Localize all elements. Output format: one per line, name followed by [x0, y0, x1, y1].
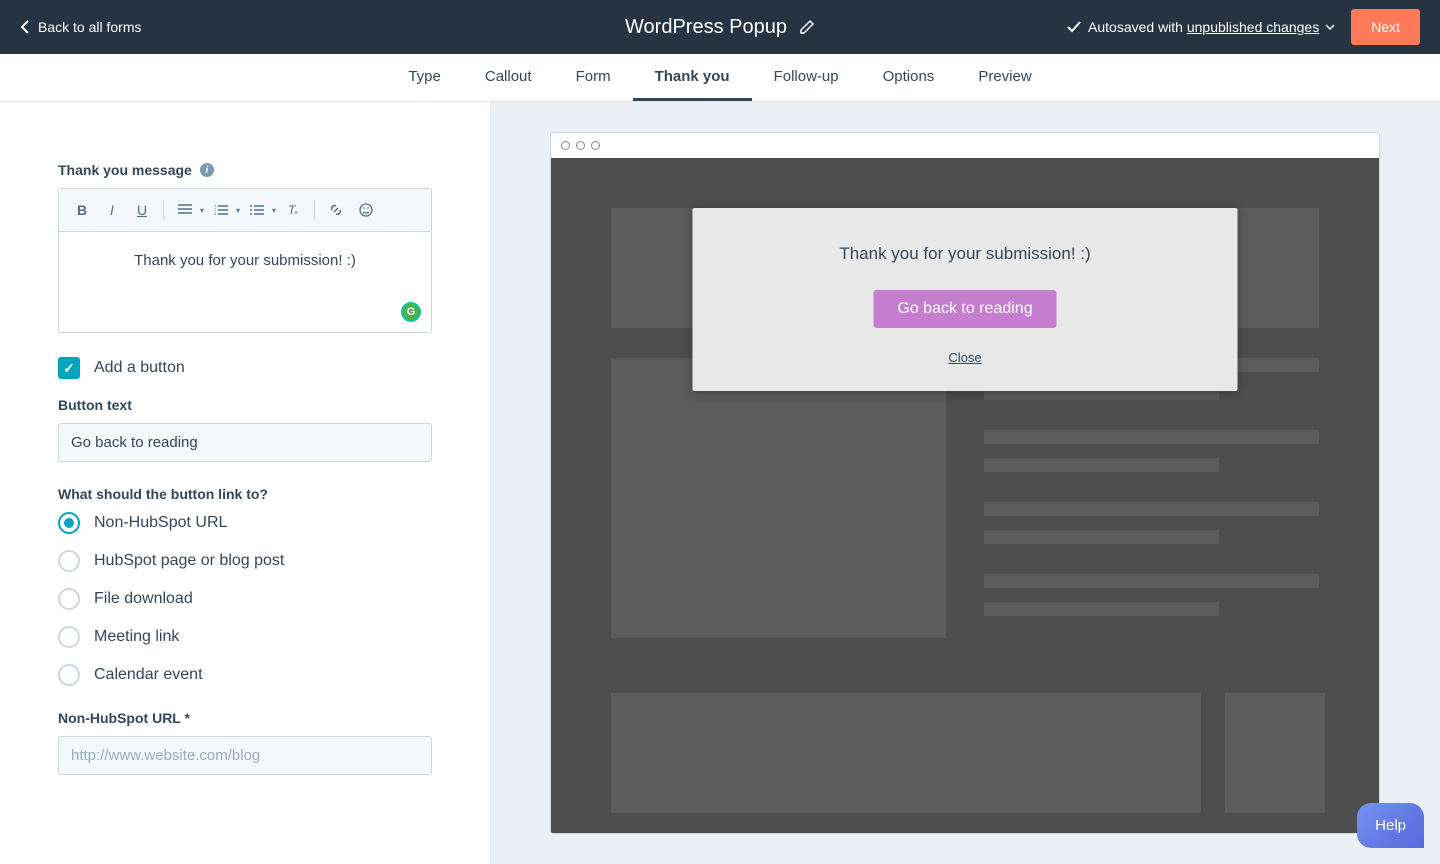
autosave-text: Autosaved with unpublished changes: [1088, 19, 1319, 35]
thankyou-message-label: Thank you message i: [58, 162, 432, 178]
tab-options[interactable]: Options: [861, 54, 957, 101]
tab-type[interactable]: Type: [386, 54, 463, 101]
radio-label: HubSpot page or blog post: [94, 552, 284, 570]
back-link[interactable]: Back to all forms: [20, 19, 141, 35]
tab-follow-up[interactable]: Follow-up: [752, 54, 861, 101]
url-label: Non-HubSpot URL *: [58, 710, 432, 726]
radio-option[interactable]: Meeting link: [58, 626, 432, 648]
edit-icon[interactable]: [799, 19, 815, 35]
back-label: Back to all forms: [38, 19, 141, 35]
svg-text:3: 3: [214, 211, 217, 216]
skeleton-line: [984, 530, 1219, 544]
skeleton-line: [984, 574, 1319, 588]
tab-preview[interactable]: Preview: [956, 54, 1053, 101]
skeleton-block: [611, 693, 1201, 813]
caret-icon: ▾: [236, 206, 240, 215]
editor-textarea[interactable]: Thank you for your submission! :): [59, 232, 431, 332]
button-text-input[interactable]: [58, 423, 432, 462]
next-button[interactable]: Next: [1351, 9, 1420, 45]
skeleton-block: [611, 358, 946, 638]
add-button-label: Add a button: [94, 359, 185, 377]
header-title-group: WordPress Popup: [625, 16, 815, 39]
unordered-list-button[interactable]: [244, 197, 270, 223]
radio-label: Meeting link: [94, 628, 179, 646]
radio-button[interactable]: [58, 626, 80, 648]
browser-controls: [551, 133, 1379, 158]
emoji-button[interactable]: [353, 197, 379, 223]
link-button[interactable]: [323, 197, 349, 223]
clear-format-button[interactable]: T×: [280, 197, 306, 223]
skeleton-line: [984, 602, 1219, 616]
rich-text-editor: B I U ▾ 123▾ ▾ T× Thank you for your sub…: [58, 188, 432, 333]
radio-option[interactable]: Calendar event: [58, 664, 432, 686]
radio-label: Non-HubSpot URL: [94, 514, 227, 532]
radio-button[interactable]: [58, 550, 80, 572]
radio-label: Calendar event: [94, 666, 203, 684]
bold-button[interactable]: B: [69, 197, 95, 223]
grammarly-icon[interactable]: [401, 302, 421, 322]
ordered-list-button[interactable]: 123: [208, 197, 234, 223]
browser-frame: Thank you for your submission! :) Go bac…: [550, 132, 1380, 834]
italic-button[interactable]: I: [99, 197, 125, 223]
separator: [163, 200, 164, 220]
header-right: Autosaved with unpublished changes Next: [1066, 9, 1420, 45]
skeleton-bottom: [611, 693, 1325, 813]
autosave-status[interactable]: Autosaved with unpublished changes: [1066, 19, 1335, 35]
chevron-down-icon: [1325, 24, 1335, 30]
add-button-checkbox[interactable]: [58, 357, 80, 379]
tab-form[interactable]: Form: [554, 54, 633, 101]
browser-dot-icon: [561, 141, 570, 150]
tab-callout[interactable]: Callout: [463, 54, 554, 101]
link-to-label: What should the button link to?: [58, 486, 432, 502]
skeleton-line: [984, 502, 1319, 516]
align-button[interactable]: [172, 197, 198, 223]
caret-icon: ▾: [272, 206, 276, 215]
radio-option[interactable]: HubSpot page or blog post: [58, 550, 432, 572]
popup-message: Thank you for your submission! :): [723, 244, 1208, 264]
settings-panel: Thank you message i B I U ▾ 123▾ ▾ T× Th…: [0, 102, 490, 864]
link-to-radio-group: Non-HubSpot URL HubSpot page or blog post…: [58, 512, 432, 686]
app-header: Back to all forms WordPress Popup Autosa…: [0, 0, 1440, 54]
skeleton-line: [984, 458, 1219, 472]
preview-popup: Thank you for your submission! :) Go bac…: [693, 208, 1238, 391]
main-content: Thank you message i B I U ▾ 123▾ ▾ T× Th…: [0, 102, 1440, 864]
separator: [314, 200, 315, 220]
add-button-checkbox-row[interactable]: Add a button: [58, 357, 432, 379]
page-title: WordPress Popup: [625, 16, 787, 39]
tabs-nav: TypeCalloutFormThank youFollow-upOptions…: [0, 54, 1440, 102]
browser-dot-icon: [576, 141, 585, 150]
browser-dot-icon: [591, 141, 600, 150]
help-button[interactable]: Help: [1357, 803, 1424, 848]
radio-option[interactable]: Non-HubSpot URL: [58, 512, 432, 534]
url-input[interactable]: [58, 736, 432, 775]
radio-button[interactable]: [58, 512, 80, 534]
popup-cta-button[interactable]: Go back to reading: [873, 290, 1056, 328]
browser-body: Thank you for your submission! :) Go bac…: [551, 158, 1379, 833]
radio-button[interactable]: [58, 588, 80, 610]
caret-icon: ▾: [200, 206, 204, 215]
skeleton-block: [1225, 693, 1325, 813]
popup-close-link[interactable]: Close: [723, 350, 1208, 365]
button-text-label: Button text: [58, 397, 432, 413]
editor-toolbar: B I U ▾ 123▾ ▾ T×: [59, 189, 431, 232]
skeleton-line: [984, 430, 1319, 444]
svg-text:×: ×: [294, 210, 298, 217]
radio-button[interactable]: [58, 664, 80, 686]
radio-option[interactable]: File download: [58, 588, 432, 610]
underline-button[interactable]: U: [129, 197, 155, 223]
radio-label: File download: [94, 590, 193, 608]
chevron-left-icon: [20, 19, 30, 35]
check-icon: [1066, 19, 1082, 35]
tab-thank-you[interactable]: Thank you: [633, 54, 752, 101]
info-icon[interactable]: i: [200, 163, 214, 177]
preview-panel: Thank you for your submission! :) Go bac…: [490, 102, 1440, 864]
